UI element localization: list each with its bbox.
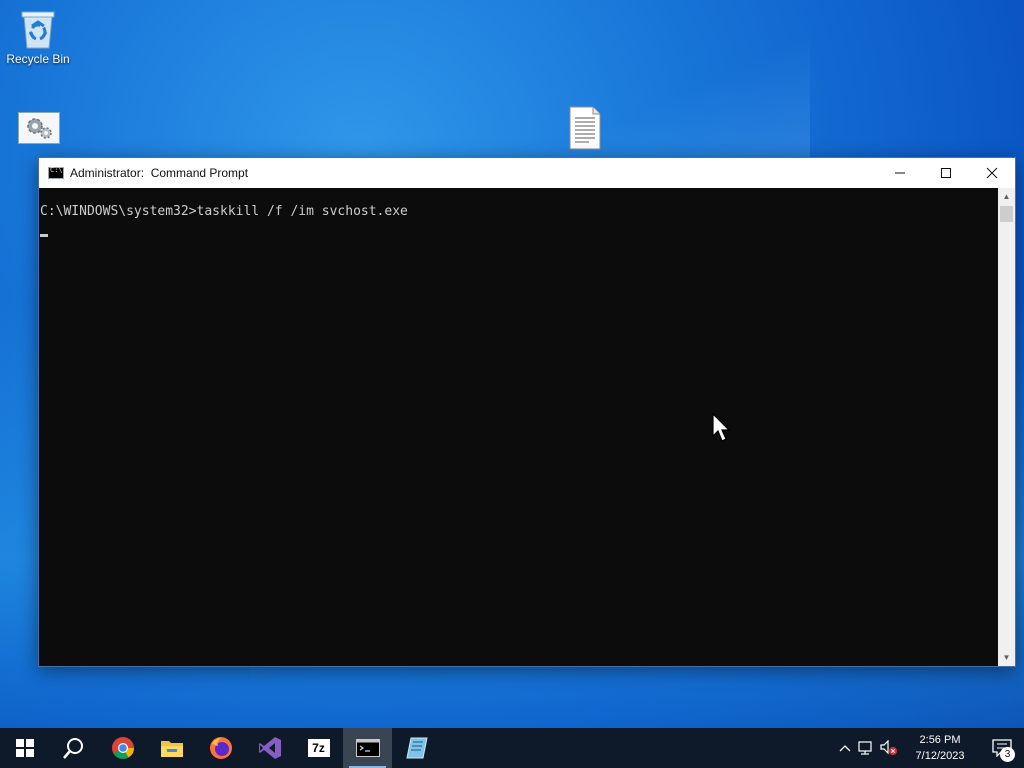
windows-start-icon — [15, 739, 34, 757]
start-button[interactable] — [0, 728, 49, 768]
7zip-label: 7z — [312, 741, 325, 755]
taskbar-clock[interactable]: 2:56 PM 7/12/2023 — [900, 732, 980, 764]
desktop-icon-text-document[interactable] — [547, 106, 623, 154]
clock-date: 7/12/2023 — [915, 750, 965, 762]
folder-icon — [160, 741, 183, 757]
taskbar: 7z 2:56 PM 7/12/2023 3 — [0, 728, 1024, 768]
taskbar-7zip[interactable]: 7z — [294, 728, 343, 768]
desktop-icon-recycle-bin[interactable]: Recycle Bin — [0, 8, 76, 66]
7zip-icon: 7z — [307, 739, 330, 757]
volume-button[interactable] — [878, 728, 900, 768]
maximize-icon — [941, 168, 951, 178]
console-output[interactable]: C:\WINDOWS\system32>taskkill /f /im svch… — [39, 188, 998, 666]
search-icon — [62, 738, 83, 759]
action-center-button[interactable]: 3 — [980, 728, 1024, 768]
minimize-button[interactable] — [877, 158, 923, 188]
cmd-icon — [48, 166, 64, 179]
taskbar-chrome[interactable] — [98, 728, 147, 768]
mouse-pointer-icon — [712, 413, 731, 442]
clock-time: 2:56 PM — [919, 734, 961, 746]
desktop-icon-settings-shortcut[interactable] — [1, 112, 77, 148]
taskbar-file-explorer[interactable] — [147, 728, 196, 768]
chrome-icon — [111, 737, 134, 759]
volume-muted-icon — [880, 740, 897, 755]
recycle-bin-icon — [18, 8, 58, 49]
window-titlebar[interactable]: Administrator: Command Prompt — [39, 158, 1015, 188]
scroll-up-arrow-icon[interactable]: ▲ — [998, 188, 1015, 205]
taskbar-notepad[interactable] — [392, 728, 441, 768]
cmd-icon — [355, 739, 380, 757]
text-document-icon — [569, 106, 601, 150]
window-title: Administrator: Command Prompt — [70, 166, 249, 180]
console-line: C:\WINDOWS\system32>taskkill /f /im svch… — [40, 204, 408, 219]
scroll-down-arrow-icon[interactable]: ▼ — [998, 649, 1015, 666]
taskbar-command-prompt[interactable] — [343, 728, 392, 768]
taskbar-firefox[interactable] — [196, 728, 245, 768]
close-icon — [986, 167, 998, 179]
scrollbar-thumb[interactable] — [1000, 206, 1013, 222]
close-button[interactable] — [969, 158, 1015, 188]
visual-studio-icon — [258, 737, 281, 759]
notification-count-badge: 3 — [1000, 747, 1015, 762]
system-tray: 2:56 PM 7/12/2023 3 — [834, 728, 1024, 768]
show-hidden-icons-button[interactable] — [834, 728, 856, 768]
network-button[interactable] — [856, 728, 878, 768]
maximize-button[interactable] — [923, 158, 969, 188]
chevron-up-icon — [839, 745, 851, 752]
minimize-icon — [895, 172, 905, 174]
network-icon — [858, 741, 872, 755]
search-button[interactable] — [49, 728, 98, 768]
firefox-icon — [209, 737, 232, 759]
command-prompt-window[interactable]: Administrator: Command Prompt C:\WINDOWS… — [38, 157, 1016, 667]
desktop-icon-label: Recycle Bin — [6, 52, 70, 66]
notepad-icon — [405, 737, 428, 759]
vertical-scrollbar[interactable]: ▲ ▼ — [998, 188, 1015, 666]
settings-shortcut-icon — [18, 112, 60, 144]
text-cursor — [40, 234, 48, 237]
taskbar-visual-studio[interactable] — [245, 728, 294, 768]
